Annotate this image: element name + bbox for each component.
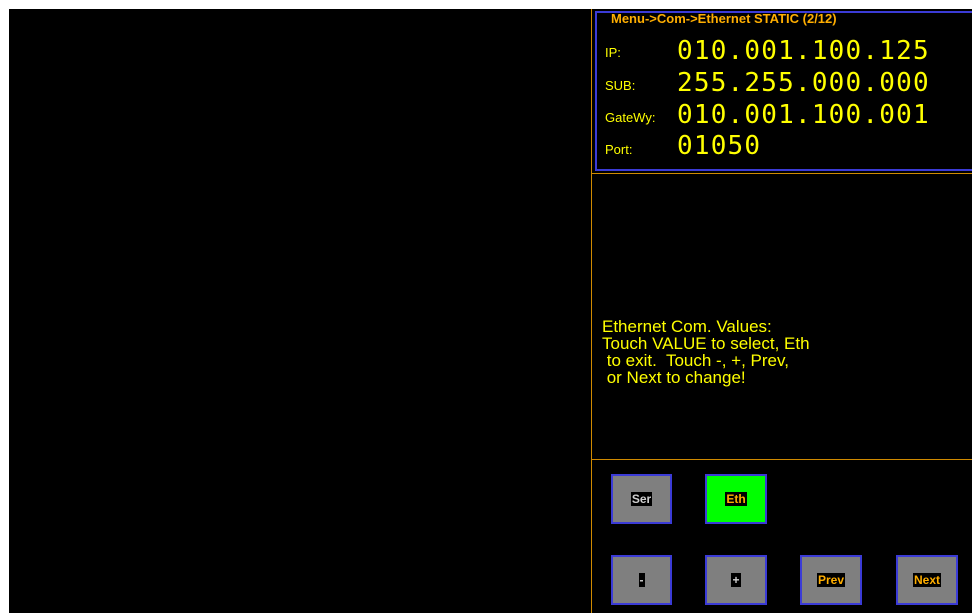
minus-button[interactable]: -: [611, 555, 672, 605]
ethernet-button[interactable]: Eth: [705, 474, 767, 524]
prev-button[interactable]: Prev: [800, 555, 862, 605]
next-button-label: Next: [912, 573, 941, 587]
ip-label: IP:: [605, 45, 621, 60]
minus-button-label: -: [638, 573, 645, 587]
plus-button-label: +: [731, 573, 741, 587]
subnet-label: SUB:: [605, 78, 636, 93]
subnet-value[interactable]: 255.255.000.000: [677, 69, 930, 97]
serial-button-label: Ser: [630, 492, 653, 506]
port-label: Port:: [605, 142, 633, 157]
plus-button[interactable]: +: [705, 555, 767, 605]
serial-button[interactable]: Ser: [611, 474, 672, 524]
divider-top: [591, 173, 972, 174]
ip-value[interactable]: 010.001.100.125: [677, 37, 930, 65]
gateway-value[interactable]: 010.001.100.001: [677, 101, 930, 129]
next-button[interactable]: Next: [896, 555, 958, 605]
port-value[interactable]: 01050: [677, 132, 761, 160]
ethernet-button-label: Eth: [725, 492, 747, 506]
divider-bottom: [591, 459, 972, 460]
gateway-label: GateWy:: [605, 110, 656, 125]
prev-button-label: Prev: [816, 573, 846, 587]
breadcrumb: Menu->Com->Ethernet STATIC (2/12): [611, 11, 837, 26]
help-text: Ethernet Com. Values: Touch VALUE to sel…: [602, 317, 810, 387]
